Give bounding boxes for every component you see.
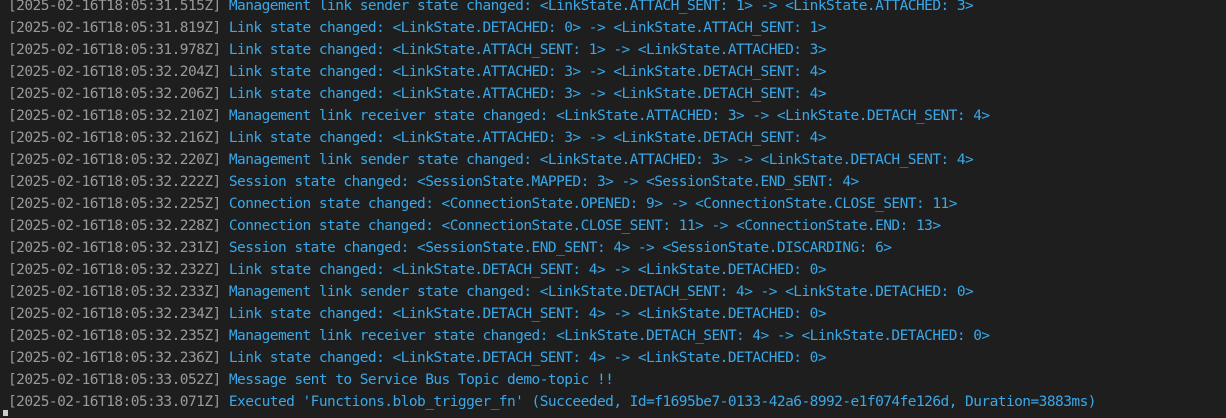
log-line: [2025-02-16T18:05:32.222Z] Session state…: [0, 171, 1226, 193]
log-message: Executed 'Functions.blob_trigger_fn' (Su…: [228, 394, 1097, 410]
log-timestamp: [2025-02-16T18:05:32.234Z]: [8, 306, 221, 322]
log-message: Link state changed: <LinkState.DETACH_SE…: [228, 306, 827, 322]
log-timestamp: [2025-02-16T18:05:31.819Z]: [8, 20, 221, 36]
log-line: [2025-02-16T18:05:32.228Z] Connection st…: [0, 215, 1226, 237]
log-line: [2025-02-16T18:05:32.232Z] Link state ch…: [0, 259, 1226, 281]
log-line: [2025-02-16T18:05:32.235Z] Management li…: [0, 325, 1226, 347]
log-message: Session state changed: <SessionState.END…: [228, 240, 892, 256]
log-timestamp: [2025-02-16T18:05:32.206Z]: [8, 86, 221, 102]
log-line: [2025-02-16T18:05:33.071Z] Executed 'Fun…: [0, 391, 1226, 413]
log-timestamp: [2025-02-16T18:05:33.052Z]: [8, 372, 221, 388]
log-line: [2025-02-16T18:05:32.210Z] Management li…: [0, 105, 1226, 127]
log-timestamp: [2025-02-16T18:05:32.236Z]: [8, 350, 221, 366]
log-line: [2025-02-16T18:05:33.052Z] Message sent …: [0, 369, 1226, 391]
log-timestamp: [2025-02-16T18:05:31.515Z]: [8, 0, 221, 14]
log-line: [2025-02-16T18:05:32.206Z] Link state ch…: [0, 83, 1226, 105]
log-timestamp: [2025-02-16T18:05:32.225Z]: [8, 196, 221, 212]
log-timestamp: [2025-02-16T18:05:32.222Z]: [8, 174, 221, 190]
log-message: Link state changed: <LinkState.ATTACHED:…: [228, 130, 827, 146]
log-line: [2025-02-16T18:05:32.216Z] Link state ch…: [0, 127, 1226, 149]
log-line: [2025-02-16T18:05:32.234Z] Link state ch…: [0, 303, 1226, 325]
log-timestamp: [2025-02-16T18:05:32.233Z]: [8, 284, 221, 300]
terminal-cursor: [3, 410, 8, 416]
log-line: [2025-02-16T18:05:31.819Z] Link state ch…: [0, 17, 1226, 39]
log-message: Connection state changed: <ConnectionSta…: [228, 196, 958, 212]
log-line: [2025-02-16T18:05:32.220Z] Management li…: [0, 149, 1226, 171]
log-line: [2025-02-16T18:05:32.225Z] Connection st…: [0, 193, 1226, 215]
log-message: Connection state changed: <ConnectionSta…: [228, 218, 941, 234]
log-timestamp: [2025-02-16T18:05:32.231Z]: [8, 240, 221, 256]
log-timestamp: [2025-02-16T18:05:32.232Z]: [8, 262, 221, 278]
log-message: Link state changed: <LinkState.ATTACH_SE…: [228, 42, 827, 58]
log-message: Link state changed: <LinkState.ATTACHED:…: [228, 64, 827, 80]
log-timestamp: [2025-02-16T18:05:32.235Z]: [8, 328, 221, 344]
log-message: Link state changed: <LinkState.DETACHED:…: [228, 20, 827, 36]
log-timestamp: [2025-02-16T18:05:33.071Z]: [8, 394, 221, 410]
log-message: Management link sender state changed: <L…: [228, 152, 974, 168]
log-timestamp: [2025-02-16T18:05:32.216Z]: [8, 130, 221, 146]
log-line: [2025-02-16T18:05:32.233Z] Management li…: [0, 281, 1226, 303]
log-message: Management link receiver state changed: …: [228, 328, 990, 344]
log-timestamp: [2025-02-16T18:05:32.220Z]: [8, 152, 221, 168]
log-message: Message sent to Service Bus Topic demo-t…: [228, 372, 614, 388]
terminal-output[interactable]: [2025-02-16T18:05:31.515Z] Management li…: [0, 0, 1226, 418]
log-line: [2025-02-16T18:05:32.204Z] Link state ch…: [0, 61, 1226, 83]
log-timestamp: [2025-02-16T18:05:32.210Z]: [8, 108, 221, 124]
log-line: [2025-02-16T18:05:32.231Z] Session state…: [0, 237, 1226, 259]
log-message: Link state changed: <LinkState.DETACH_SE…: [228, 350, 827, 366]
log-message: Session state changed: <SessionState.MAP…: [228, 174, 859, 190]
log-timestamp: [2025-02-16T18:05:32.228Z]: [8, 218, 221, 234]
log-message: Management link sender state changed: <L…: [228, 0, 974, 14]
log-message: Management link receiver state changed: …: [228, 108, 990, 124]
log-timestamp: [2025-02-16T18:05:32.204Z]: [8, 64, 221, 80]
log-message: Link state changed: <LinkState.ATTACHED:…: [228, 86, 827, 102]
log-line: [2025-02-16T18:05:32.236Z] Link state ch…: [0, 347, 1226, 369]
log-timestamp: [2025-02-16T18:05:31.978Z]: [8, 42, 221, 58]
log-message: Management link sender state changed: <L…: [228, 284, 974, 300]
log-message: Link state changed: <LinkState.DETACH_SE…: [228, 262, 827, 278]
log-line: [2025-02-16T18:05:31.515Z] Management li…: [0, 0, 1226, 17]
log-line: [2025-02-16T18:05:31.978Z] Link state ch…: [0, 39, 1226, 61]
